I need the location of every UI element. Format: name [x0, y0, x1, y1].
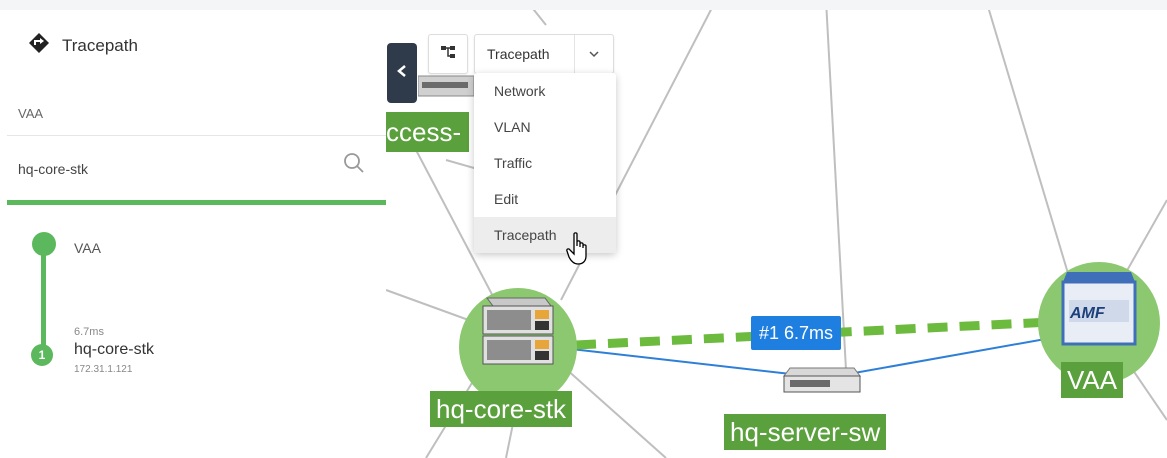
panel-header: Tracepath: [28, 32, 138, 59]
divider: [7, 135, 386, 136]
hop-start-label: VAA: [74, 240, 101, 256]
menu-item-tracepath[interactable]: Tracepath: [474, 217, 616, 253]
source-value[interactable]: VAA: [18, 106, 43, 121]
hand-cursor-icon: [566, 232, 592, 271]
hop-number-badge: 1: [31, 344, 53, 366]
hop-connector-line: [41, 244, 46, 351]
menu-item-edit[interactable]: Edit: [474, 181, 616, 217]
hop-name[interactable]: hq-core-stk: [74, 341, 154, 359]
vaa-node-label[interactable]: VAA: [1061, 362, 1124, 398]
topology-layout-button[interactable]: [428, 34, 468, 74]
menu-item-traffic[interactable]: Traffic: [474, 145, 616, 181]
stack-switch-icon[interactable]: [481, 292, 557, 377]
tracepath-panel: Tracepath VAA hq-core-stk: [0, 10, 386, 458]
chevron-down-icon[interactable]: [574, 35, 613, 73]
core-node-label[interactable]: hq-core-stk: [430, 391, 573, 427]
server-switch-icon[interactable]: [782, 366, 862, 401]
link-latency-badge: #1 6.7ms: [751, 316, 842, 350]
trace-progress-bar: [7, 200, 386, 205]
server-node-label[interactable]: hq-server-sw: [724, 414, 887, 450]
view-mode-selected: Tracepath: [487, 46, 550, 62]
partial-device-icon: [417, 72, 475, 98]
view-mode-menu: Network VLAN Traffic Edit Tracepath: [474, 73, 616, 253]
top-strip: [0, 0, 1167, 10]
partial-node-label[interactable]: ccess-: [386, 112, 470, 152]
hop-latency: 6.7ms: [74, 326, 104, 338]
menu-item-vlan[interactable]: VLAN: [474, 109, 616, 145]
hop-ip: 172.31.1.121: [74, 364, 133, 375]
panel-title: Tracepath: [62, 35, 138, 55]
collapse-panel-button[interactable]: [387, 43, 417, 103]
amf-device-text: AMF: [1070, 305, 1105, 322]
search-icon[interactable]: [343, 152, 365, 179]
tracepath-diamond-icon: [28, 32, 50, 59]
menu-item-network[interactable]: Network: [474, 73, 616, 109]
tree-icon: [440, 44, 456, 65]
view-mode-select[interactable]: Tracepath: [474, 34, 614, 74]
destination-search-input[interactable]: hq-core-stk: [18, 161, 88, 177]
chevron-left-icon: [396, 64, 408, 83]
hop-start-dot: [32, 232, 56, 256]
